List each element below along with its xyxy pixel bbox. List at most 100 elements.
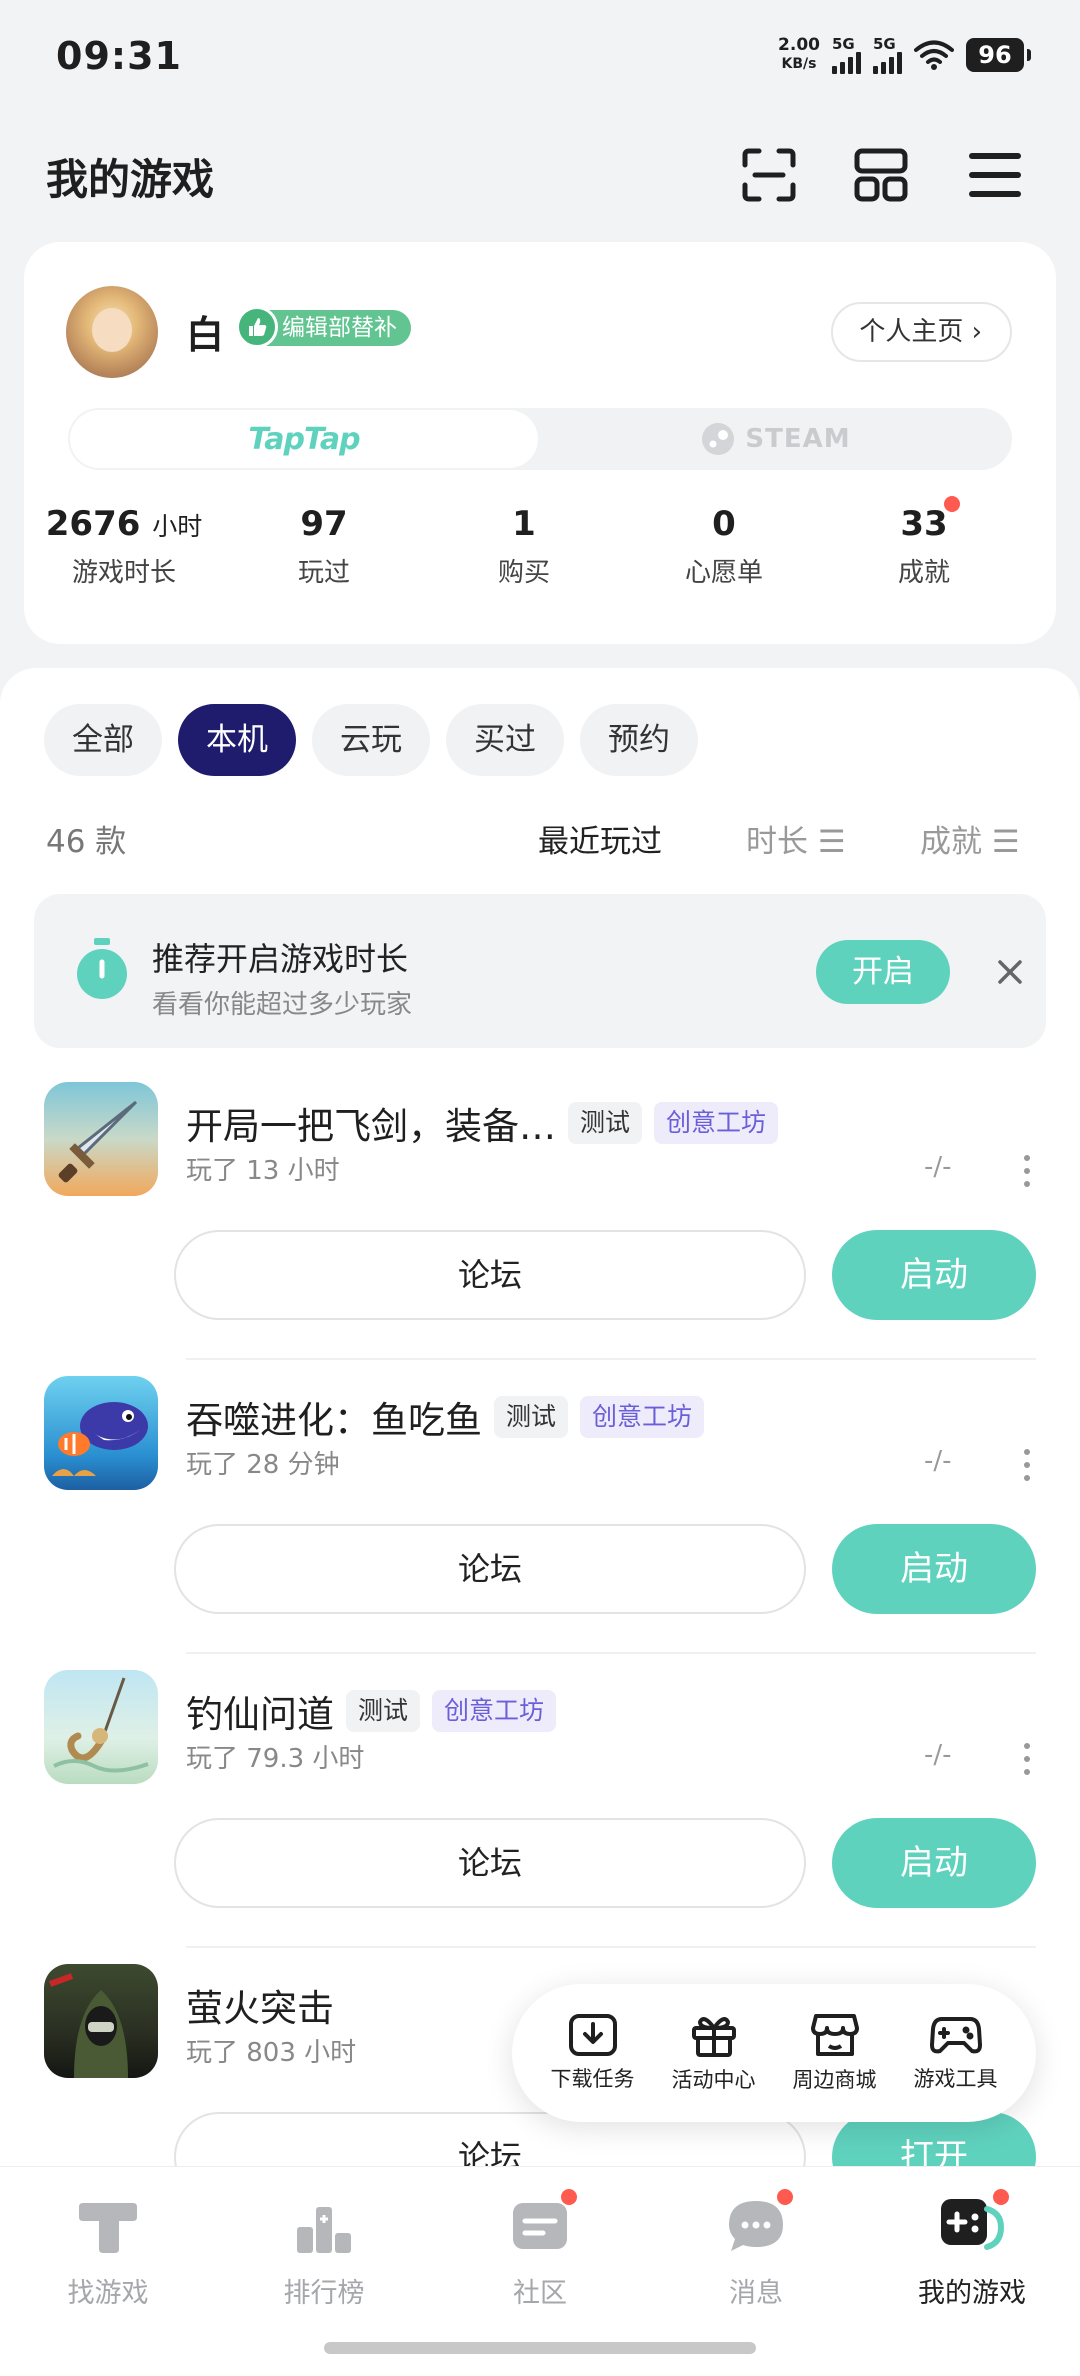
- filter-local[interactable]: 本机: [178, 704, 296, 776]
- game-title-row: 钓仙问道 测试 创意工坊: [186, 1684, 557, 1738]
- battery-icon: 96: [966, 38, 1031, 72]
- promo-enable-button[interactable]: 开启: [816, 940, 950, 1004]
- user-badge[interactable]: 编辑部替补: [236, 306, 411, 348]
- stat-purchased-value: 1: [512, 504, 536, 544]
- more-options-icon[interactable]: [1022, 1742, 1032, 1776]
- scan-button[interactable]: [736, 142, 802, 208]
- apps-grid-button[interactable]: [848, 142, 914, 208]
- divider: [186, 1652, 1036, 1654]
- launch-button[interactable]: 启动: [832, 1524, 1036, 1614]
- page-title: 我的游戏: [46, 155, 215, 204]
- tab-taptap[interactable]: TapTap: [70, 410, 538, 468]
- status-bar: 09:31 2.00 KB/s 5G 5G 96: [0, 0, 1080, 120]
- stat-achievements-value: 33: [900, 504, 948, 544]
- divider: [186, 1946, 1036, 1948]
- game-rating: -/-: [924, 1446, 952, 1476]
- forum-button[interactable]: 论坛: [174, 1524, 806, 1614]
- game-title-row: 萤火突击: [186, 1978, 334, 2032]
- tag-test: 测试: [568, 1102, 643, 1144]
- personal-homepage-button[interactable]: 个人主页 ›: [831, 302, 1012, 362]
- profile-card: 白 编辑部替补 个人主页 › TapTap STEAM 2676 小时 游戏时长…: [24, 242, 1056, 644]
- sort-row: 46 款 最近玩过 时长 ☰ 成就 ☰: [46, 816, 1036, 860]
- ranking-icon: [297, 2207, 351, 2253]
- sort-achievement[interactable]: 成就 ☰: [920, 816, 1020, 861]
- game-tools-label: 游戏工具: [913, 2067, 998, 2091]
- game-icon-flying-sword[interactable]: [44, 1082, 158, 1196]
- game-name[interactable]: 钓仙问道: [186, 1684, 334, 1738]
- download-tasks-button[interactable]: 下载任务: [538, 2013, 648, 2093]
- activity-center-button[interactable]: 活动中心: [659, 2012, 769, 2094]
- gamepad-icon: [929, 2017, 982, 2054]
- game-rating: -/-: [924, 1740, 952, 1770]
- filter-bought[interactable]: 买过: [446, 704, 564, 776]
- sim2-label: 5G: [873, 34, 896, 53]
- stat-purchased[interactable]: 1 购买: [424, 504, 624, 589]
- game-icon-firefly-assault[interactable]: [44, 1964, 158, 2078]
- filter-chips: 全部 本机 云玩 买过 预约: [44, 704, 698, 776]
- forum-button[interactable]: 论坛: [174, 1818, 806, 1908]
- stat-achievements[interactable]: 33 成就: [824, 496, 1024, 589]
- stat-wishlist[interactable]: 0 心愿单: [624, 504, 824, 589]
- launch-button[interactable]: 启动: [832, 1230, 1036, 1320]
- download-tasks-label: 下载任务: [550, 2067, 635, 2091]
- game-icon-fish[interactable]: [44, 1376, 158, 1490]
- network-speed: 2.00 KB/s: [778, 36, 820, 74]
- nav-messages-label: 消息: [729, 2278, 783, 2309]
- playtime-promo-banner: 推荐开启游戏时长 看看你能超过多少玩家 开启: [34, 894, 1046, 1048]
- tab-steam[interactable]: STEAM: [540, 408, 1012, 470]
- filter-reserved[interactable]: 预约: [580, 704, 698, 776]
- game-title-row: 开局一把飞剑，装备… 测试 创意工坊: [186, 1096, 779, 1150]
- promo-subtitle: 看看你能超过多少玩家: [152, 990, 413, 1020]
- stat-wishlist-value: 0: [712, 504, 736, 544]
- divider: [186, 1358, 1036, 1360]
- stat-played-value: 97: [300, 504, 348, 544]
- merch-store-button[interactable]: 周边商城: [780, 2012, 890, 2094]
- nav-messages[interactable]: 消息: [648, 2187, 864, 2310]
- menu-button[interactable]: [962, 142, 1028, 208]
- avatar[interactable]: [66, 286, 158, 378]
- nav-rankings[interactable]: 排行榜: [216, 2193, 432, 2310]
- close-icon[interactable]: [990, 952, 1030, 992]
- nav-my-games[interactable]: 我的游戏: [864, 2187, 1080, 2310]
- tag-workshop: 创意工坊: [580, 1396, 705, 1438]
- stopwatch-icon: [77, 938, 127, 999]
- hamburger-icon: [969, 153, 1021, 197]
- filter-all[interactable]: 全部: [44, 704, 162, 776]
- play-time: 玩了 803 小时: [186, 2038, 357, 2068]
- thumbs-up-icon: [236, 306, 278, 348]
- gift-icon: [691, 2017, 736, 2057]
- my-games-notify-dot: [991, 2187, 1011, 2207]
- download-icon: [568, 2014, 617, 2056]
- game-item: 吞噬进化：鱼吃鱼 测试 创意工坊 玩了 28 分钟 -/- 论坛 启动: [0, 1376, 1080, 1670]
- more-options-icon[interactable]: [1022, 1448, 1032, 1482]
- sort-recent[interactable]: 最近玩过: [538, 816, 662, 861]
- more-options-icon[interactable]: [1022, 1154, 1032, 1188]
- stat-playtime[interactable]: 2676 小时 游戏时长: [24, 504, 224, 589]
- sort-duration[interactable]: 时长 ☰: [746, 816, 846, 861]
- message-icon: [723, 2187, 795, 2259]
- launch-button[interactable]: 启动: [832, 1818, 1036, 1908]
- scan-icon: [742, 148, 796, 202]
- game-tools-button[interactable]: 游戏工具: [901, 2013, 1011, 2093]
- game-title-row: 吞噬进化：鱼吃鱼 测试 创意工坊: [186, 1390, 705, 1444]
- store-icon: [810, 2014, 859, 2056]
- filter-cloud[interactable]: 云玩: [312, 704, 430, 776]
- nav-find-games[interactable]: 找游戏: [0, 2193, 216, 2310]
- nav-community[interactable]: 社区: [432, 2187, 648, 2310]
- nav-find-games-label: 找游戏: [67, 2278, 149, 2309]
- forum-button[interactable]: 论坛: [174, 1230, 806, 1320]
- game-name[interactable]: 吞噬进化：鱼吃鱼: [186, 1390, 482, 1444]
- game-name[interactable]: 开局一把飞剑，装备…: [186, 1096, 556, 1150]
- app-header: 我的游戏: [0, 120, 1080, 230]
- stat-playtime-label: 游戏时长: [71, 558, 176, 588]
- nav-my-games-label: 我的游戏: [918, 2278, 1026, 2309]
- promo-title: 推荐开启游戏时长: [152, 940, 409, 978]
- stat-playtime-unit: 小时: [152, 512, 203, 541]
- game-rating: -/-: [924, 1152, 952, 1182]
- stat-playtime-value: 2676: [45, 504, 141, 544]
- stat-played[interactable]: 97 玩过: [224, 504, 424, 589]
- network-speed-value: 2.00: [778, 35, 820, 55]
- game-icon-fishing[interactable]: [44, 1670, 158, 1784]
- game-name[interactable]: 萤火突击: [186, 1978, 334, 2032]
- gesture-bar[interactable]: [324, 2342, 756, 2354]
